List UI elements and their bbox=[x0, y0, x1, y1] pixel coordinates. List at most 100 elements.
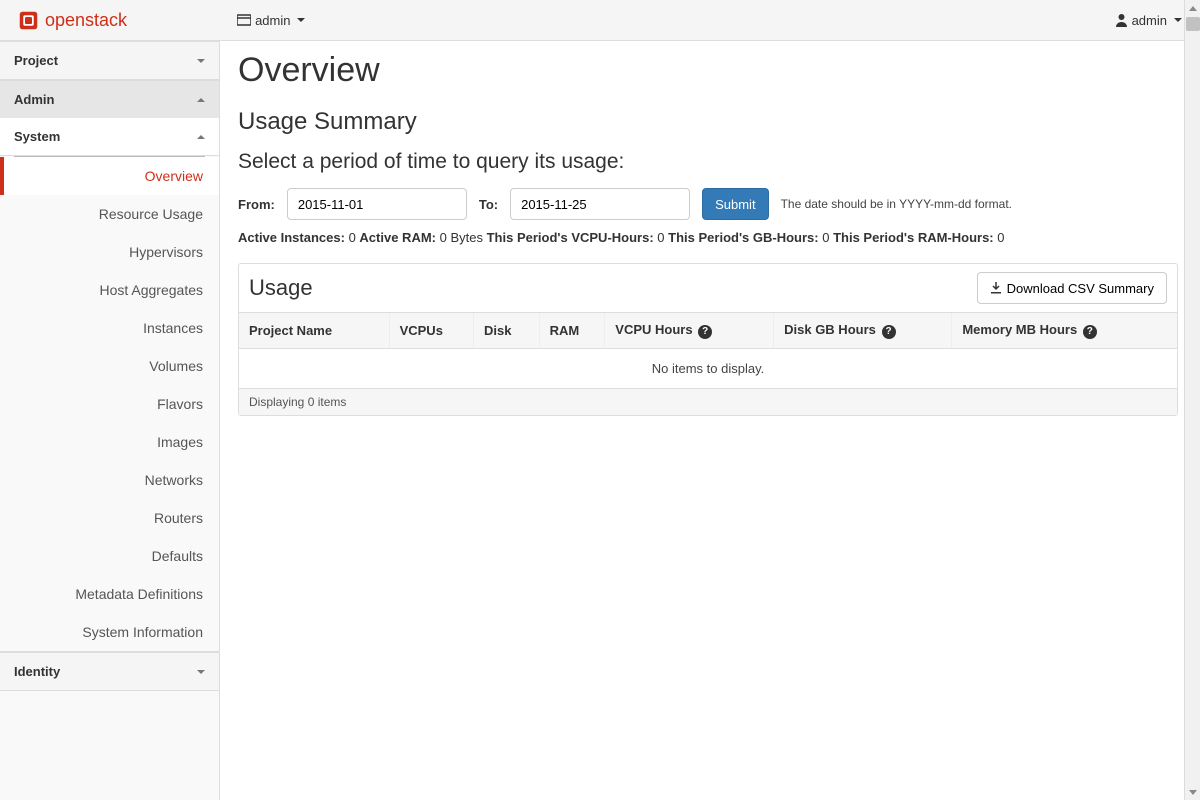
col-vcpu-hours[interactable]: VCPU Hours ? bbox=[605, 313, 774, 349]
sidebar-item-label: Hypervisors bbox=[129, 244, 203, 260]
sidebar-item-label: Volumes bbox=[149, 358, 203, 374]
col-memory-mb-hours-label: Memory MB Hours bbox=[962, 322, 1077, 337]
usage-panel: Usage Download CSV Summary Project Name … bbox=[238, 263, 1178, 416]
date-range-form: From: To: Submit The date should be in Y… bbox=[238, 188, 1178, 220]
sidebar-group-project[interactable]: Project bbox=[0, 42, 219, 79]
stat-active-ram-value: 0 Bytes bbox=[440, 230, 483, 245]
user-label: admin bbox=[1132, 13, 1167, 28]
window-scrollbar[interactable] bbox=[1184, 0, 1200, 800]
project-icon bbox=[237, 14, 251, 26]
sidebar-subgroup-label: System bbox=[14, 129, 60, 144]
col-memory-mb-hours[interactable]: Memory MB Hours ? bbox=[952, 313, 1177, 349]
usage-footer: Displaying 0 items bbox=[239, 389, 1177, 415]
chevron-up-icon bbox=[197, 98, 205, 102]
sidebar-group-label: Admin bbox=[14, 92, 54, 107]
sidebar-item-hypervisors[interactable]: Hypervisors bbox=[0, 233, 219, 271]
col-disk-gb-hours-label: Disk GB Hours bbox=[784, 322, 876, 337]
usage-panel-header: Usage Download CSV Summary bbox=[239, 264, 1177, 313]
usage-stats-line: Active Instances: 0 Active RAM: 0 Bytes … bbox=[238, 230, 1178, 245]
sidebar-item-label: Overview bbox=[145, 168, 203, 184]
sidebar-item-system-information[interactable]: System Information bbox=[0, 613, 219, 651]
date-format-hint: The date should be in YYYY-mm-dd format. bbox=[781, 197, 1012, 211]
sidebar-item-label: Instances bbox=[143, 320, 203, 336]
table-empty-row: No items to display. bbox=[239, 349, 1177, 389]
from-label: From: bbox=[238, 197, 275, 212]
chevron-down-icon bbox=[197, 670, 205, 674]
brand-text: openstack bbox=[45, 10, 127, 31]
sidebar-item-label: Flavors bbox=[157, 396, 203, 412]
sidebar-item-networks[interactable]: Networks bbox=[0, 461, 219, 499]
stat-gb-hours-value: 0 bbox=[822, 230, 829, 245]
stat-ram-hours-value: 0 bbox=[997, 230, 1004, 245]
stat-ram-hours-label: This Period's RAM-Hours: bbox=[833, 230, 994, 245]
sidebar-item-label: System Information bbox=[82, 624, 203, 640]
page-title: Overview bbox=[238, 51, 1178, 90]
chevron-down-icon bbox=[197, 59, 205, 63]
help-icon[interactable]: ? bbox=[882, 325, 896, 339]
brand[interactable]: openstack bbox=[18, 10, 127, 31]
sidebar-item-label: Networks bbox=[145, 472, 203, 488]
submit-button[interactable]: Submit bbox=[702, 188, 768, 220]
sidebar-group-admin[interactable]: Admin bbox=[0, 81, 219, 118]
sidebar-item-flavors[interactable]: Flavors bbox=[0, 385, 219, 423]
sidebar-group-label: Identity bbox=[14, 664, 60, 679]
project-context-dropdown[interactable]: admin bbox=[237, 13, 305, 28]
stat-active-instances-label: Active Instances: bbox=[238, 230, 345, 245]
system-nav-list: Overview Resource Usage Hypervisors Host… bbox=[0, 157, 219, 651]
scroll-thumb[interactable] bbox=[1186, 17, 1200, 31]
sidebar-item-label: Defaults bbox=[152, 548, 203, 564]
sidebar-item-label: Routers bbox=[154, 510, 203, 526]
sidebar-group-identity[interactable]: Identity bbox=[0, 653, 219, 690]
col-vcpus[interactable]: VCPUs bbox=[389, 313, 473, 349]
sidebar-item-instances[interactable]: Instances bbox=[0, 309, 219, 347]
col-disk[interactable]: Disk bbox=[473, 313, 539, 349]
download-icon bbox=[990, 282, 1002, 294]
help-icon[interactable]: ? bbox=[1083, 325, 1097, 339]
col-disk-gb-hours[interactable]: Disk GB Hours ? bbox=[774, 313, 952, 349]
to-date-input[interactable] bbox=[510, 188, 690, 220]
col-vcpu-hours-label: VCPU Hours bbox=[615, 322, 692, 337]
usage-title: Usage bbox=[249, 275, 313, 301]
main-content: Overview Usage Summary Select a period o… bbox=[220, 41, 1200, 800]
sidebar-subgroup-system[interactable]: System bbox=[0, 118, 219, 156]
sidebar-item-defaults[interactable]: Defaults bbox=[0, 537, 219, 575]
sidebar-item-label: Resource Usage bbox=[99, 206, 203, 222]
sidebar-item-images[interactable]: Images bbox=[0, 423, 219, 461]
stat-active-ram-label: Active RAM: bbox=[359, 230, 436, 245]
col-project-name[interactable]: Project Name bbox=[239, 313, 389, 349]
stat-gb-hours-label: This Period's GB-Hours: bbox=[668, 230, 818, 245]
caret-down-icon bbox=[1174, 18, 1182, 22]
to-label: To: bbox=[479, 197, 498, 212]
sidebar-item-host-aggregates[interactable]: Host Aggregates bbox=[0, 271, 219, 309]
user-dropdown[interactable]: admin bbox=[1115, 13, 1182, 28]
scroll-down-icon[interactable] bbox=[1185, 784, 1200, 800]
section-usage-summary-title: Usage Summary bbox=[238, 108, 1178, 136]
sidebar-item-label: Images bbox=[157, 434, 203, 450]
chevron-up-icon bbox=[197, 135, 205, 139]
openstack-logo-icon bbox=[18, 10, 39, 31]
user-icon bbox=[1115, 13, 1128, 27]
usage-table: Project Name VCPUs Disk RAM VCPU Hours ?… bbox=[239, 313, 1177, 389]
context-label: admin bbox=[255, 13, 290, 28]
sidebar-item-volumes[interactable]: Volumes bbox=[0, 347, 219, 385]
period-prompt: Select a period of time to query its usa… bbox=[238, 150, 1178, 174]
sidebar-item-label: Metadata Definitions bbox=[75, 586, 203, 602]
download-csv-label: Download CSV Summary bbox=[1007, 281, 1154, 296]
stat-vcpu-hours-label: This Period's VCPU-Hours: bbox=[487, 230, 654, 245]
download-csv-button[interactable]: Download CSV Summary bbox=[977, 272, 1167, 304]
help-icon[interactable]: ? bbox=[698, 325, 712, 339]
from-date-input[interactable] bbox=[287, 188, 467, 220]
sidebar-item-routers[interactable]: Routers bbox=[0, 499, 219, 537]
sidebar: Project Admin System Overview Resource U… bbox=[0, 41, 220, 800]
table-empty-text: No items to display. bbox=[239, 349, 1177, 389]
stat-active-instances-value: 0 bbox=[349, 230, 356, 245]
sidebar-item-overview[interactable]: Overview bbox=[0, 157, 219, 195]
caret-down-icon bbox=[297, 18, 305, 22]
sidebar-group-label: Project bbox=[14, 53, 58, 68]
stat-vcpu-hours-value: 0 bbox=[657, 230, 664, 245]
col-ram[interactable]: RAM bbox=[539, 313, 605, 349]
sidebar-item-metadata-definitions[interactable]: Metadata Definitions bbox=[0, 575, 219, 613]
scroll-up-icon[interactable] bbox=[1185, 0, 1200, 16]
sidebar-item-resource-usage[interactable]: Resource Usage bbox=[0, 195, 219, 233]
sidebar-item-label: Host Aggregates bbox=[99, 282, 203, 298]
